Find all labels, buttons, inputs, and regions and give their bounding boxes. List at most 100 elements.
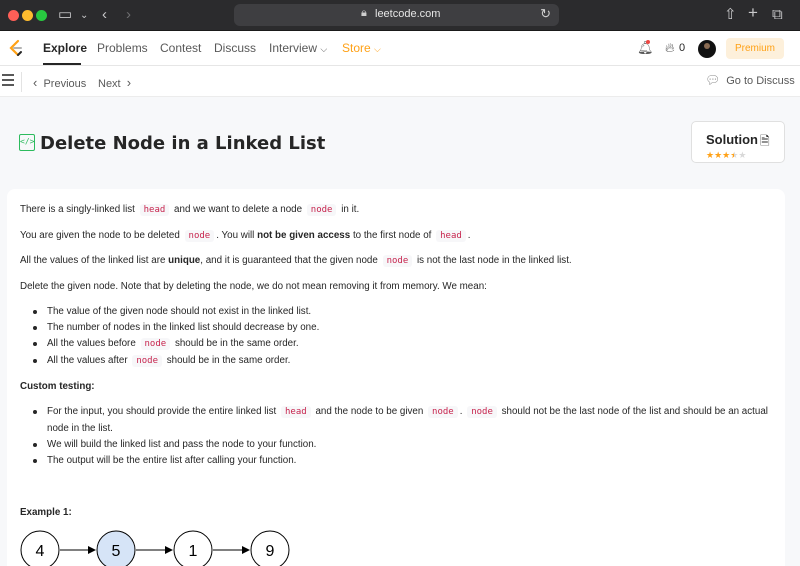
text: should be in the same order. (174, 338, 299, 349)
sidebar-toggle-icon[interactable]: ▭ (58, 5, 72, 25)
url-text: leetcode.com (375, 8, 441, 20)
premium-button[interactable]: Premium (726, 38, 784, 59)
text: is not the last node in the linked list. (416, 255, 572, 266)
go-to-discuss-link[interactable]: 💬︎ Go to Discuss (705, 73, 795, 87)
solution-button[interactable]: Solution 🗎 ★★★★★ (691, 121, 785, 163)
close-window-button[interactable] (8, 10, 19, 21)
bullet-dot (33, 310, 37, 314)
list-item-continuation: node in the list. (47, 423, 113, 434)
inline-code: node (467, 406, 497, 418)
paragraph-2: You are given the node to be deleted nod… (20, 230, 471, 242)
reload-icon[interactable]: ↻ (540, 6, 551, 22)
inline-code: node (132, 355, 163, 367)
bold-text: unique (168, 255, 201, 266)
problem-toolbar: ‹ Previous Next › 💬︎ Go to Discuss (0, 66, 800, 97)
tab-overview-icon[interactable]: ⧉ (772, 5, 783, 25)
inline-code: node (382, 255, 413, 267)
list-item: The value of the given node should not e… (47, 306, 312, 317)
list-item: The output will be the entire list after… (47, 455, 297, 466)
document-icon: 🗎 (760, 134, 770, 148)
example-heading: Example 1: (20, 507, 72, 518)
forward-icon[interactable]: › (126, 5, 131, 25)
new-tab-icon[interactable]: + (748, 3, 758, 23)
discuss-label: Go to Discuss (726, 75, 795, 87)
inline-code: head (281, 406, 311, 418)
text: should not be the last node of the list … (501, 406, 768, 417)
solution-label: Solution (706, 132, 758, 147)
text: . You will (216, 230, 255, 241)
nav-explore[interactable]: Explore (43, 41, 87, 55)
inline-code: head (139, 204, 170, 216)
node-value: 1 (189, 543, 198, 560)
inline-code: node (140, 338, 171, 350)
nav-problems[interactable]: Problems (97, 41, 148, 55)
chevron-down-icon[interactable]: ⌄ (80, 6, 88, 26)
inline-code: node (184, 230, 215, 242)
back-icon[interactable]: ‹ (102, 5, 107, 25)
page-title: Delete Node in a Linked List (40, 133, 326, 154)
node-value: 9 (266, 543, 275, 560)
minimize-window-button[interactable] (22, 10, 33, 21)
list-item: For the input, you should provide the en… (47, 406, 768, 418)
bold-text: not be given access (257, 230, 351, 241)
bullet-dot (33, 443, 37, 447)
address-bar[interactable]: 🔒︎ leetcode.com ↻ (234, 4, 559, 26)
nav-interview-label: Interview (269, 41, 318, 55)
rating-stars: ★★★★★ (706, 150, 746, 161)
maximize-window-button[interactable] (36, 10, 47, 21)
notification-dot (646, 40, 650, 44)
star-icon: ★ (706, 150, 715, 160)
text: . (459, 406, 463, 417)
list-item: All the values after node should be in t… (47, 355, 291, 367)
bullet-dot (33, 359, 37, 363)
text: and the node to be given (315, 406, 424, 417)
inline-code: head (436, 230, 466, 242)
menu-icon[interactable] (2, 74, 14, 89)
nav-store-label: Store (342, 41, 371, 55)
chevron-left-icon: ‹ (33, 75, 38, 90)
text: to the first node of (352, 230, 432, 241)
node-value: 5 (112, 543, 121, 560)
nav-discuss[interactable]: Discuss (214, 41, 256, 55)
chevron-down-icon: ⌵ (374, 44, 381, 54)
previous-button[interactable]: ‹ Previous (33, 75, 86, 90)
next-label: Next (98, 78, 121, 90)
text: should be in the same order. (166, 355, 291, 366)
nav-contest[interactable]: Contest (160, 41, 201, 55)
text: and we want to delete a node (174, 204, 303, 215)
chevron-right-icon: › (126, 75, 132, 90)
paragraph-4: Delete the given node. Note that by dele… (20, 281, 487, 292)
bullet-dot (33, 342, 37, 346)
paragraph-3: All the values of the linked list are un… (20, 255, 572, 267)
next-button[interactable]: Next › (98, 75, 131, 90)
text: For the input, you should provide the en… (47, 406, 277, 417)
text: All the values of the linked list are (20, 255, 166, 266)
nav-store[interactable]: Store ⌵ (342, 41, 381, 55)
avatar[interactable] (698, 40, 716, 58)
lock-icon: 🔒︎ (361, 7, 367, 19)
leetcode-logo-icon[interactable] (7, 39, 25, 57)
nav-interview[interactable]: Interview ⌵ (269, 41, 327, 55)
bullet-dot (33, 459, 37, 463)
divider (21, 72, 22, 92)
text: . (467, 230, 471, 241)
text: There is a singly-linked list (20, 204, 135, 215)
bullet-dot (33, 410, 37, 414)
paragraph-1: There is a singly-linked list head and w… (20, 204, 359, 216)
inline-code: node (428, 406, 458, 418)
problem-description-card (7, 189, 785, 566)
chevron-down-icon: ⌵ (320, 44, 328, 54)
bullet-dot (33, 326, 37, 330)
node-value: 4 (36, 543, 45, 560)
star-icon: ★ (714, 150, 723, 160)
custom-testing-heading: Custom testing: (20, 381, 95, 392)
share-icon[interactable]: ⇧ (724, 5, 737, 25)
streak-fire-icon[interactable]: 🔥︎ (665, 40, 675, 56)
text: All the values after (47, 355, 128, 366)
active-nav-indicator (43, 63, 81, 65)
chat-bubble-icon: 💬︎ (705, 73, 721, 87)
inline-code: node (306, 204, 337, 216)
code-file-icon: </> (19, 134, 35, 151)
linked-list-diagram: 4 5 1 9 (20, 530, 290, 566)
previous-label: Previous (43, 78, 87, 90)
